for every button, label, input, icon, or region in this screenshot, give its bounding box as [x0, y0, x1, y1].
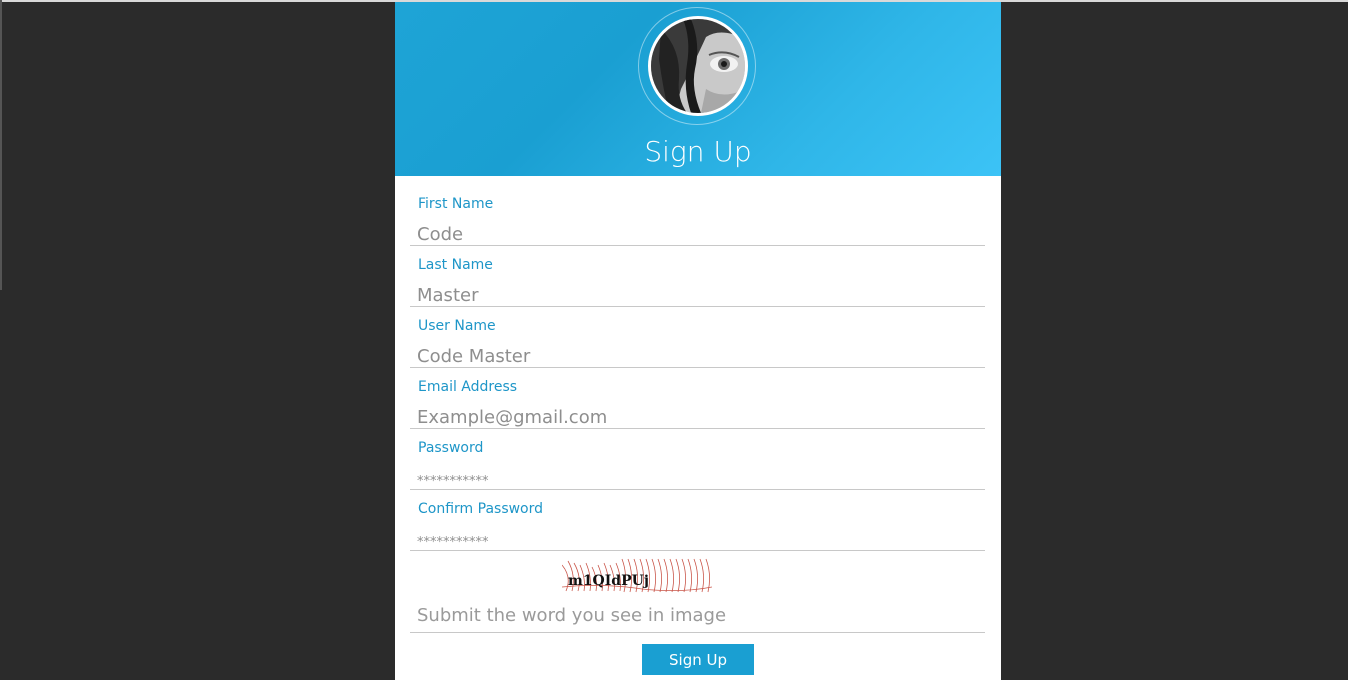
- first-name-input[interactable]: [417, 221, 977, 247]
- first-name-label: First Name: [418, 196, 494, 212]
- user-name-input[interactable]: [417, 343, 977, 369]
- signup-card: Sign Up First Name Last Name User Name E…: [395, 2, 1001, 680]
- last-name-input[interactable]: [417, 282, 977, 308]
- first-name-field: First Name: [410, 185, 985, 247]
- window-left-border: [0, 0, 2, 290]
- confirm-password-input[interactable]: [417, 529, 977, 555]
- page-title: Sign Up: [644, 135, 752, 168]
- sign-up-button[interactable]: Sign Up: [642, 644, 754, 675]
- email-input[interactable]: [417, 404, 977, 430]
- last-name-label: Last Name: [418, 257, 493, 273]
- signup-header: Sign Up: [395, 2, 1001, 176]
- captcha-text: m1QIdPUj: [568, 573, 649, 589]
- email-label: Email Address: [418, 379, 518, 395]
- avatar: [648, 16, 748, 116]
- captcha-image: m1QIdPUj: [561, 557, 713, 594]
- avatar-photo-icon: [651, 19, 745, 113]
- confirm-password-label: Confirm Password: [418, 501, 544, 517]
- last-name-field: Last Name: [410, 246, 985, 308]
- password-field: Password: [410, 429, 985, 494]
- captcha-input[interactable]: [417, 602, 977, 628]
- email-field: Email Address: [410, 368, 985, 430]
- user-name-label: User Name: [418, 318, 496, 334]
- password-label: Password: [418, 440, 484, 456]
- captcha-field: [410, 598, 985, 633]
- user-name-field: User Name: [410, 307, 985, 369]
- confirm-password-field: Confirm Password: [410, 490, 985, 555]
